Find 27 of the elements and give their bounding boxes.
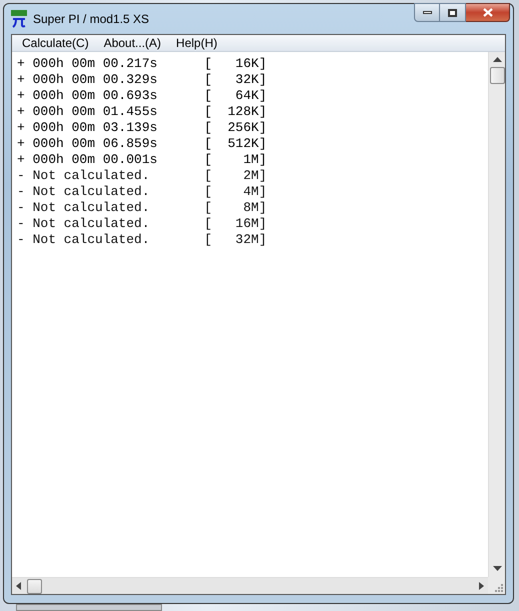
result-line: - Not calculated. [ 2M]	[17, 168, 268, 184]
result-line: + 000h 00m 01.455s [ 128K]	[17, 104, 268, 120]
result-line: + 000h 00m 00.693s [ 64K]	[17, 88, 268, 104]
result-line: - Not calculated. [ 32M]	[17, 232, 268, 248]
result-line: - Not calculated. [ 16M]	[17, 216, 268, 232]
result-line: - Not calculated. [ 8M]	[17, 200, 268, 216]
menu-item[interactable]: About...(A)	[104, 34, 162, 52]
close-button[interactable]	[466, 3, 510, 22]
window-title: Super PI / mod1.5 XS	[33, 11, 150, 28]
minimize-button[interactable]	[414, 3, 440, 22]
result-line: + 000h 00m 00.217s [ 16K]	[17, 56, 268, 72]
scroll-thumb[interactable]	[490, 67, 504, 84]
scroll-up-icon[interactable]	[492, 57, 502, 63]
app-icon	[11, 10, 27, 28]
close-icon	[482, 8, 492, 17]
result-line: + 000h 00m 00.001s [ 1M]	[17, 152, 268, 168]
result-line: - Not calculated. [ 4M]	[17, 184, 268, 200]
menu-item[interactable]: Help(H)	[176, 34, 218, 52]
scroll-thumb[interactable]	[27, 578, 42, 594]
result-line: + 000h 00m 03.139s [ 256K]	[17, 120, 268, 136]
menu-item[interactable]: Calculate(C)	[22, 34, 89, 52]
maximize-button[interactable]	[440, 3, 466, 22]
scroll-right-icon[interactable]	[479, 582, 484, 590]
scroll-down-icon[interactable]	[492, 566, 502, 572]
result-line: + 000h 00m 00.329s [ 32K]	[17, 72, 268, 88]
result-line: + 000h 00m 06.859s [ 512K]	[17, 136, 268, 152]
scroll-left-icon[interactable]	[16, 582, 21, 590]
